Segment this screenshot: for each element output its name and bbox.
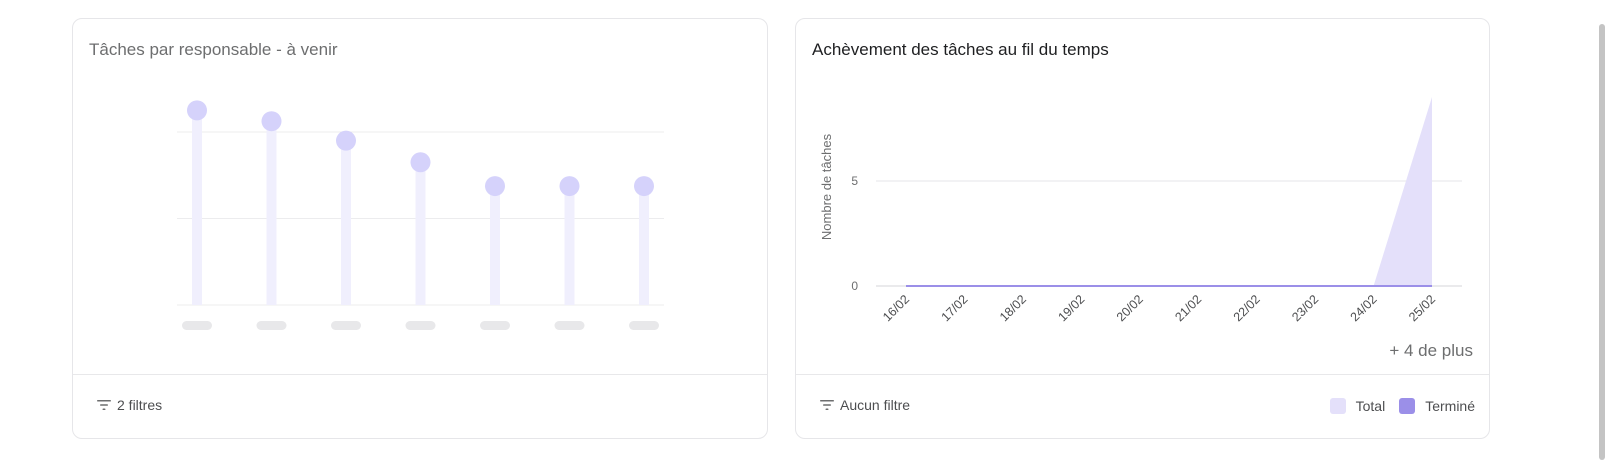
legend-swatch-done: [1399, 398, 1416, 414]
x-label-placeholder: [331, 321, 361, 330]
x-label-placeholder: [554, 321, 585, 330]
legend-label: Total: [1355, 398, 1386, 414]
x-tick-label: 20/02: [1114, 292, 1146, 324]
x-tick-label: 18/02: [997, 292, 1029, 324]
task-completion-card: Achèvement des tâches au fil du temps 05…: [795, 18, 1490, 439]
filter-icon: [820, 400, 834, 410]
lollipop-dot: [410, 152, 431, 173]
lollipop-dot: [336, 130, 356, 151]
x-label-placeholder: [182, 321, 212, 330]
lollipop-dot: [559, 176, 580, 197]
x-tick-label: 23/02: [1289, 292, 1321, 324]
lollipop-dot: [261, 111, 282, 132]
x-tick-label: 19/02: [1055, 292, 1087, 324]
filter-icon: [97, 400, 111, 410]
x-tick-label: 22/02: [1231, 292, 1263, 324]
series-total-area: [906, 97, 1432, 286]
lollipop-stem: [341, 140, 351, 305]
lollipop-dot: [634, 176, 654, 197]
x-label-placeholder: [256, 321, 287, 330]
filter-button[interactable]: 2 filtres: [97, 397, 162, 413]
x-label-placeholder: [480, 321, 510, 330]
lollipop-stem: [192, 110, 202, 305]
lollipop-stem: [639, 186, 649, 305]
lollipop-dot: [187, 100, 207, 121]
legend-item-total[interactable]: Total: [1329, 398, 1386, 414]
lollipop-stem: [564, 186, 575, 305]
lollipop-stem: [415, 162, 426, 305]
chart-legend: Total Terminé: [1329, 398, 1475, 414]
filter-button[interactable]: Aucun filtre: [820, 397, 910, 413]
legend-label: Terminé: [1425, 398, 1475, 414]
filter-label: Aucun filtre: [840, 397, 911, 413]
y-axis-label: Nombre de tâches: [819, 133, 834, 240]
x-tick-label: 16/02: [880, 292, 912, 324]
x-label-placeholder: [629, 321, 659, 330]
x-tick-label: 24/02: [1348, 292, 1380, 324]
lollipop-dot: [485, 176, 505, 197]
area-chart: 0 5 Nombre de tâches 16/02 17/02 18/02 19/02 20…: [819, 97, 1462, 324]
more-dates-link[interactable]: + 4 de plus: [1389, 341, 1473, 361]
lollipop-stem: [266, 121, 277, 305]
x-tick-label: 25/02: [1406, 292, 1438, 324]
legend-swatch-total: [1329, 398, 1346, 414]
lollipop-chart: [177, 100, 664, 330]
tasks-by-assignee-card: Tâches par responsable - à venir 2 filtr…: [72, 18, 768, 439]
x-tick-label: 21/02: [1172, 292, 1204, 324]
lollipop-stem: [490, 186, 500, 305]
filter-label: 2 filtres: [117, 397, 163, 413]
y-tick-label: 5: [851, 174, 858, 188]
card-footer: 2 filtres: [73, 374, 767, 438]
page-scrollbar[interactable]: [1599, 24, 1605, 460]
legend-item-done[interactable]: Terminé: [1399, 398, 1475, 414]
card-footer: Aucun filtre Total Terminé: [796, 374, 1489, 438]
x-label-placeholder: [405, 321, 436, 330]
y-tick-label: 0: [851, 279, 858, 293]
x-tick-label: 17/02: [939, 292, 971, 324]
